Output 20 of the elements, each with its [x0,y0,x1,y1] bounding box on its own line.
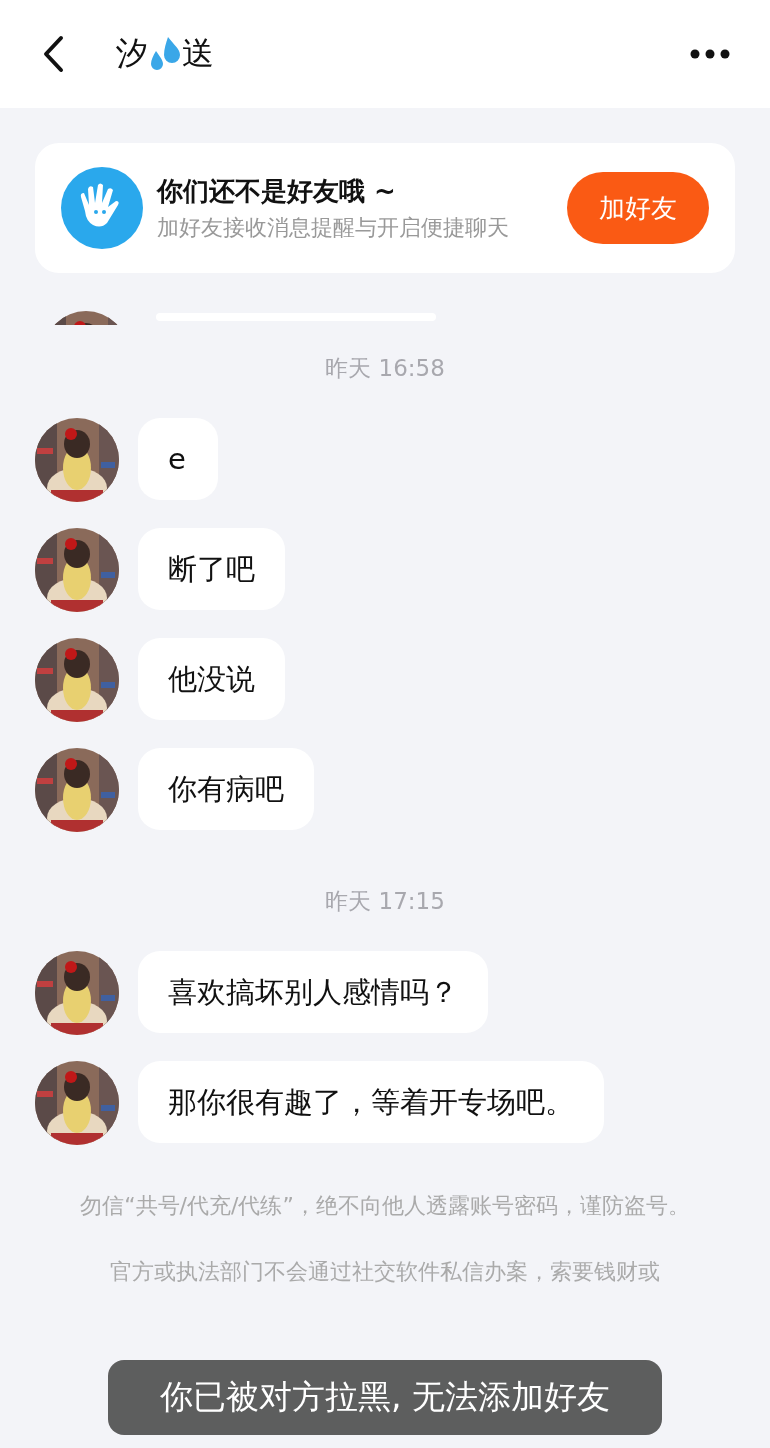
safety-notice: 勿信“共号/代充/代练”，绝不向他人透露账号密码，谨防盗号。 [79,1192,691,1220]
more-icon[interactable] [690,49,730,59]
message-bubble: 断了吧 [138,528,285,610]
add-friend-button[interactable]: 加好友 [567,172,709,244]
message-bubble: 你有病吧 [138,748,314,830]
hand-icon [61,167,143,249]
message-bubble: e [138,418,218,500]
back-icon[interactable] [42,35,64,73]
banner-title: 你们还不是好友哦 ~ [157,174,397,208]
timestamp: 昨天 17:15 [325,887,445,916]
message-bubble: 那你很有趣了，等着开专场吧。 [138,1061,604,1143]
toast-message: 你已被对方拉黑, 无法添加好友 [108,1360,662,1435]
chat-title: 汐 [116,33,148,74]
droplets-icon [148,35,182,73]
message-bubble: 他没说 [138,638,285,720]
message-bubble: 喜欢搞坏别人感情吗？ [138,951,488,1033]
banner-subtitle: 加好友接收消息提醒与开启便捷聊天 [157,213,510,242]
safety-notice: 官方或执法部门不会通过社交软件私信办案，索要钱财或 [109,1258,661,1286]
chat-title: 送 [182,33,214,74]
timestamp: 昨天 16:58 [325,354,445,383]
